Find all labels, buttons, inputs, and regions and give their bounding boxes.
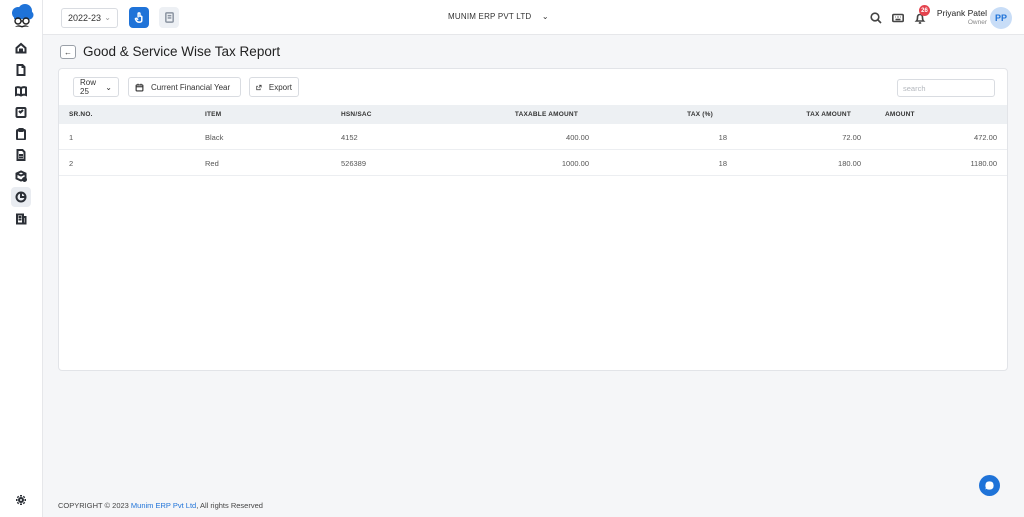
col-header-hsn-sac[interactable]: HSN/SAC [341,111,372,118]
rows-per-page-label: Row 25 [80,78,97,96]
cell-sr-no: 1 [69,133,74,142]
cell-taxable-amount: 1000.00 [561,159,589,168]
financial-year-value: 2022-23 [68,13,102,23]
note-icon [164,12,174,23]
company-link[interactable]: Munim ERP Pvt Ltd [131,501,196,510]
user-name[interactable]: Priyank Patel [934,8,987,18]
chat-support-button[interactable] [979,475,1000,496]
purchase-bag-icon[interactable] [11,102,31,122]
chevron-down-icon: ⌄ [541,12,549,21]
avatar[interactable]: PP [990,7,1012,29]
touch-mode-button[interactable] [129,7,149,28]
export-button[interactable]: Export [249,77,299,97]
cell-taxable-amount: 400.00 [566,133,589,142]
financial-year-select[interactable]: 2022-23 ⌄ [61,8,118,28]
copyright-prefix: COPYRIGHT © 2023 [58,501,131,510]
cell-item: Black [205,133,224,142]
pie-chart-icon[interactable] [11,187,31,207]
inventory-box-icon[interactable] [11,166,31,186]
cell-hsn-sac: 526389 [341,159,367,168]
col-header-tax-percent[interactable]: TAX (%) [653,111,713,118]
report-card: Row 25 ⌄ Current Financial Year Export S… [58,68,1008,371]
calendar-icon [135,83,144,91]
table-row[interactable]: 2 Red 526389 1000.00 18 180.00 1180.00 [59,150,1007,176]
period-filter-label: Current Financial Year [151,82,231,92]
company-select[interactable]: MUNIM ERP PVT LTD ⌄ [448,12,549,21]
col-header-sr-no[interactable]: SR.NO. [69,111,93,118]
notification-count-badge: 26 [919,5,930,16]
back-button[interactable]: ← [60,45,76,59]
topbar: 2022-23 ⌄ MUNIM ERP PVT LTD ⌄ 26 Priyank… [43,0,1024,35]
period-filter-button[interactable]: Current Financial Year [128,77,241,97]
sidebar [0,0,43,517]
home-icon[interactable] [11,38,31,58]
search-input[interactable] [897,79,995,97]
cell-hsn-sac: 4152 [341,133,358,142]
book-icon[interactable] [11,81,31,101]
col-header-amount[interactable]: AMOUNT [885,111,915,118]
report-file-icon[interactable] [11,145,31,165]
keyboard-icon[interactable] [892,11,904,23]
clipboard-icon[interactable] [11,124,31,144]
export-label: Export [268,82,292,92]
arrow-left-icon: ← [64,47,72,57]
col-header-tax-amount[interactable]: TAX AMOUNT [771,111,851,118]
table-header: SR.NO. ITEM HSN/SAC TAXABLE AMOUNT TAX (… [59,105,1007,124]
user-role: Owner [967,19,987,26]
chevron-down-icon: ⌄ [104,13,111,22]
cell-tax-amount: 72.00 [842,133,861,142]
copyright-suffix: , All rights Reserved [196,501,263,510]
export-icon [256,84,262,90]
chat-bubble-icon [985,481,994,490]
munim-logo-icon[interactable] [10,4,34,30]
cell-amount: 1180.00 [970,159,997,168]
settings-gear-icon[interactable] [11,490,31,510]
cell-tax-percent: 18 [718,133,727,142]
cell-amount: 472.00 [974,133,997,142]
page-title: Good & Service Wise Tax Report [83,44,281,59]
document-icon[interactable] [11,60,31,80]
col-header-item[interactable]: ITEM [205,111,221,118]
cell-sr-no: 2 [69,159,74,168]
table-row[interactable]: 1 Black 4152 400.00 18 72.00 472.00 [59,124,1007,150]
cell-tax-amount: 180.00 [838,159,861,168]
cell-tax-percent: 18 [718,159,727,168]
hand-pointer-icon [134,12,143,23]
search-icon[interactable] [870,11,882,24]
company-name: MUNIM ERP PVT LTD [448,12,532,21]
chevron-down-icon: ⌄ [105,82,112,92]
ledger-icon[interactable] [11,209,31,229]
footer-copyright: COPYRIGHT © 2023 Munim ERP Pvt Ltd, All … [58,501,263,510]
cell-item: Red [205,159,219,168]
notes-button[interactable] [159,7,179,28]
col-header-taxable-amount[interactable]: TAXABLE AMOUNT [478,111,578,118]
rows-per-page-select[interactable]: Row 25 ⌄ [73,77,119,97]
